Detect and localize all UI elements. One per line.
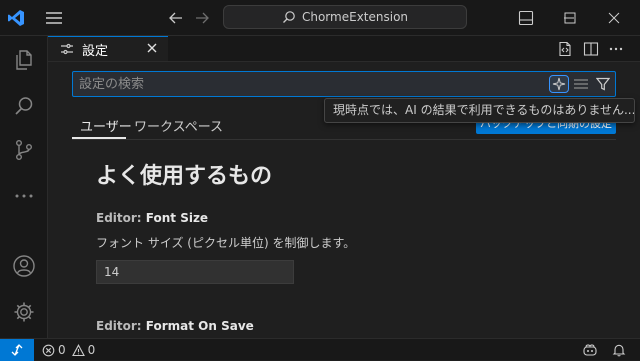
scope-tabs-divider: [72, 139, 616, 140]
activity-bar: [0, 36, 48, 338]
tab-user[interactable]: ユーザー: [80, 116, 132, 135]
account-icon[interactable]: [0, 244, 47, 288]
more-actions-icon[interactable]: [606, 39, 626, 59]
search-input[interactable]: [79, 75, 539, 93]
source-control-icon[interactable]: [0, 128, 47, 172]
tab-workspace[interactable]: ワークスペース: [134, 116, 223, 135]
search-icon: [282, 10, 296, 24]
ai-search-tooltip: 現時点では、AI の結果で利用できるものはありません... (Ctrl+I): [324, 98, 635, 123]
remote-icon: [11, 344, 23, 356]
command-center-label: ChormeExtension: [301, 10, 409, 24]
tab-label: 設定: [82, 43, 109, 59]
command-center[interactable]: ChormeExtension: [223, 5, 467, 29]
warning-icon: [71, 343, 85, 357]
open-json-icon[interactable]: [555, 39, 575, 59]
status-bar: 0 0: [0, 338, 640, 361]
arrow-left-icon[interactable]: [166, 8, 186, 28]
filter-icon[interactable]: [593, 75, 613, 93]
setting-title: Editor: Format On Save: [96, 319, 254, 333]
warning-count: 0: [87, 343, 96, 357]
settings-icon: [60, 43, 74, 55]
maximize-icon[interactable]: [560, 8, 580, 28]
setting-name: Format On Save: [145, 319, 254, 333]
close-icon[interactable]: [604, 8, 624, 28]
explorer-icon[interactable]: [0, 38, 47, 82]
setting-title: Editor: Font Size: [96, 211, 208, 225]
error-icon: [42, 344, 55, 357]
tab-settings[interactable]: 設定: [48, 36, 168, 61]
search-icon[interactable]: [0, 84, 47, 128]
copilot-icon[interactable]: [582, 341, 598, 359]
editor-tab-bar: 設定: [48, 36, 640, 62]
problems-indicator[interactable]: 0 0: [42, 341, 95, 359]
notifications-bell-icon[interactable]: [612, 341, 626, 359]
section-title: よく使用するもの: [96, 164, 273, 189]
remote-button[interactable]: [0, 339, 34, 361]
title-bar: ChormeExtension: [0, 0, 640, 36]
clear-filter-icon[interactable]: [571, 75, 591, 93]
error-count: 0: [58, 343, 66, 357]
ai-sparkle-icon[interactable]: [549, 75, 569, 93]
layout-panel-icon[interactable]: [516, 8, 536, 28]
more-icon[interactable]: [0, 174, 47, 218]
setting-description: フォント サイズ (ピクセル単位) を制御します。: [96, 236, 356, 250]
menu-icon[interactable]: [44, 8, 64, 28]
gear-icon[interactable]: [0, 290, 47, 334]
split-editor-icon[interactable]: [581, 39, 601, 59]
arrow-right-icon[interactable]: [192, 8, 212, 28]
settings-search: [72, 71, 616, 97]
setting-name: Font Size: [145, 211, 209, 225]
setting-category: Editor:: [96, 319, 146, 333]
setting-category: Editor:: [96, 211, 146, 225]
font-size-input[interactable]: 14: [96, 260, 294, 284]
vscode-logo: [6, 8, 26, 28]
close-icon[interactable]: [144, 40, 160, 56]
